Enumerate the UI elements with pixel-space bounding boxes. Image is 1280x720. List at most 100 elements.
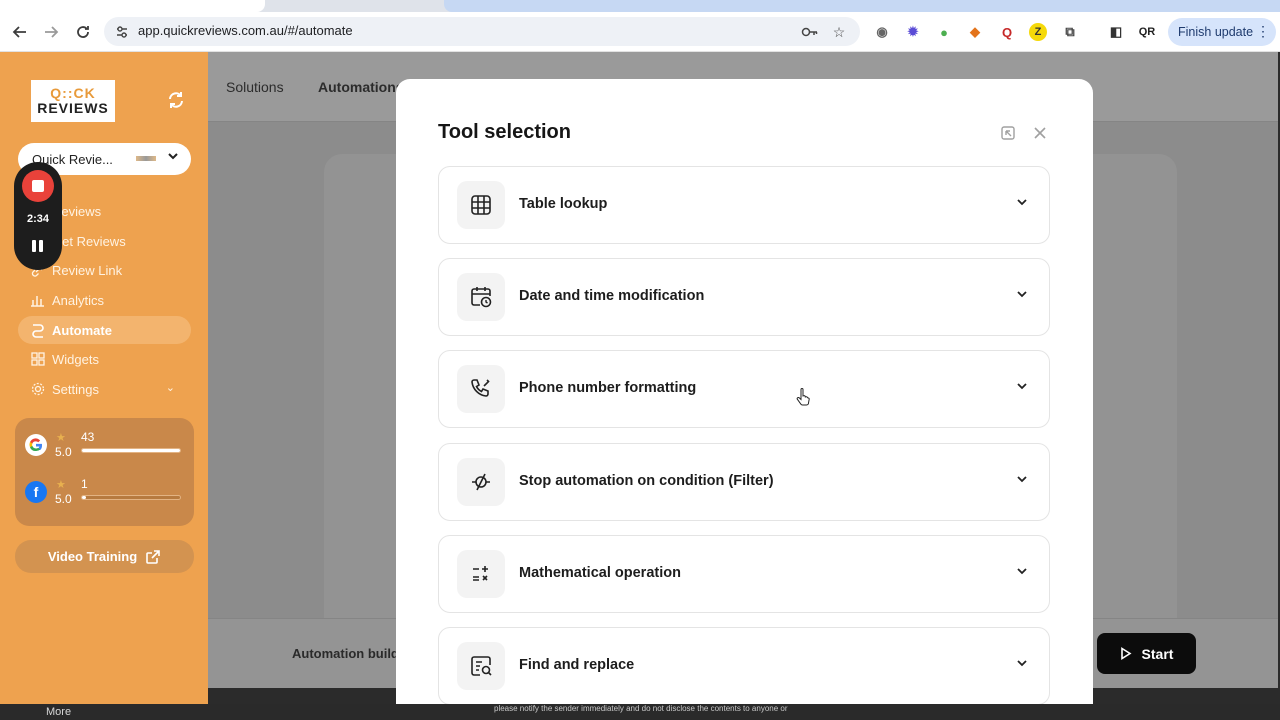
chevron-down-icon [1017,568,1027,575]
pause-icon[interactable] [32,240,44,252]
collapse-icon[interactable] [999,124,1017,142]
fox-extension-icon[interactable]: ◆ [966,23,984,41]
record-stop-button[interactable] [22,170,54,202]
sidebar-item-widgets[interactable]: Widgets [18,345,191,373]
start-button[interactable]: Start [1097,633,1196,674]
google-progress-fill [82,449,180,452]
google-rating: 5.0 [55,445,72,459]
tool-label: Mathematical operation [519,565,681,581]
math-operators-icon [457,550,505,598]
sidebar-item-analytics[interactable]: Analytics [18,286,191,314]
google-review-count: 43 [81,430,95,444]
finish-update-button[interactable]: Finish update ⋮ [1168,18,1276,46]
tab-solutions[interactable]: Solutions [226,79,284,95]
logo-line2: REVIEWS [37,100,109,116]
back-arrow-icon[interactable] [8,20,32,44]
widgets-icon [31,352,45,366]
sidebar: Q::CK REVIEWS Quick Revie... Reviews Get… [0,52,208,712]
chevron-down-icon [167,149,179,165]
password-key-icon[interactable] [801,23,819,41]
tool-item-find-and-replace[interactable]: Find and replace [438,627,1050,705]
sidebar-item-label: Get Reviews [52,233,126,249]
start-label: Start [1141,645,1174,662]
screen-recorder: 2:34 [14,162,62,270]
modal-title: Tool selection [438,121,571,143]
sidebar-item-label: Analytics [52,292,105,308]
chevron-down-icon: ⌄ [165,382,175,394]
tool-item-phone-number-formatting[interactable]: Phone number formatting [438,350,1050,428]
recording-time: 2:34 [26,213,50,225]
phone-edit-icon [457,365,505,413]
url-text[interactable]: app.quickreviews.com.au/#/automate [138,23,353,38]
chevron-down-icon [1017,291,1027,298]
bug-extension-icon[interactable]: ● [935,23,953,41]
tool-item-table-lookup[interactable]: Table lookup [438,166,1050,244]
table-icon [457,181,505,229]
tool-label: Table lookup [519,196,608,212]
facebook-progress-fill [82,496,86,499]
google-progress-bar [81,448,181,453]
google-stat-row: ★ 5.0 43 [25,428,185,468]
video-training-button[interactable]: Video Training [15,540,194,573]
chevron-down-icon [1017,199,1027,206]
sync-icon[interactable] [166,90,186,110]
browser-tab-active[interactable] [0,0,265,12]
z-extension-icon[interactable]: Z [1029,23,1047,41]
finish-update-label: Finish update [1178,25,1254,39]
close-icon[interactable] [1031,124,1049,142]
facebook-rating: 5.0 [55,492,72,506]
tab-automations[interactable]: Automations [318,79,404,95]
bottom-strip: More please notify the sender immediatel… [0,704,1280,720]
filter-slash-icon [457,458,505,506]
facebook-review-count: 1 [81,477,88,491]
sidebar-item-label: Settings [52,381,99,397]
star-icon: ★ [56,432,66,444]
google-icon [25,434,47,456]
automation-build-label: Automation build [292,646,399,661]
find-replace-icon [457,642,505,690]
reload-icon[interactable] [71,20,95,44]
forward-arrow-icon[interactable] [39,20,63,44]
browser-toolbar: app.quickreviews.com.au/#/automate ☆ ◉ ✹… [0,12,1280,52]
more-vertical-icon[interactable]: ⋮ [1256,23,1270,40]
tool-selection-modal: Tool selection Table lookup Date and tim… [396,79,1093,720]
review-stats-card: ★ 5.0 43 f ★ 5.0 1 [15,418,194,526]
address-bar[interactable]: app.quickreviews.com.au/#/automate ☆ [104,17,860,46]
quickreviews-logo[interactable]: Q::CK REVIEWS [31,80,115,122]
chevron-down-icon [1017,476,1027,483]
stop-icon [32,180,44,192]
tool-label: Find and replace [519,657,635,673]
business-mini-logo [136,156,156,161]
sidebar-item-label: Automate [52,322,112,338]
calendar-clock-icon [457,273,505,321]
tool-label: Date and time modification [519,288,705,304]
chevron-down-icon [1017,660,1027,667]
profile-avatar-icon[interactable]: QR [1138,23,1156,41]
tool-item-date-time-modification[interactable]: Date and time modification [438,258,1050,336]
bookmark-star-icon[interactable]: ☆ [830,23,848,41]
video-training-label: Video Training [47,549,138,564]
browser-tab[interactable] [444,0,1280,12]
tool-label: Stop automation on condition (Filter) [519,473,774,489]
facebook-progress-bar [81,495,181,500]
q-extension-icon[interactable]: Q [998,23,1016,41]
gear-icon [31,382,45,396]
tool-item-stop-automation-filter[interactable]: Stop automation on condition (Filter) [438,443,1050,521]
site-info-icon[interactable] [114,24,130,40]
extensions-puzzle-icon[interactable]: ⧉ [1061,23,1079,41]
background-notice-text: please notify the sender immediately and… [494,704,788,713]
facebook-stat-row: f ★ 5.0 1 [25,475,185,515]
tool-item-mathematical-operation[interactable]: Mathematical operation [438,535,1050,613]
sidebar-item-automate[interactable]: Automate [18,316,191,344]
sparkle-extension-icon[interactable]: ✹ [904,23,922,41]
tool-label: Phone number formatting [519,380,697,396]
sidebar-item-label: Review Link [52,262,123,278]
camera-extension-icon[interactable]: ◉ [873,23,891,41]
sidebar-item-settings[interactable]: Settings ⌄ [18,375,191,403]
automate-icon [32,324,44,338]
side-panel-icon[interactable]: ◧ [1107,23,1125,41]
logo-line1: Q::CK [50,85,96,101]
more-label[interactable]: More [46,706,71,718]
hand-cursor-icon [796,388,810,406]
chevron-down-icon [1017,383,1027,390]
